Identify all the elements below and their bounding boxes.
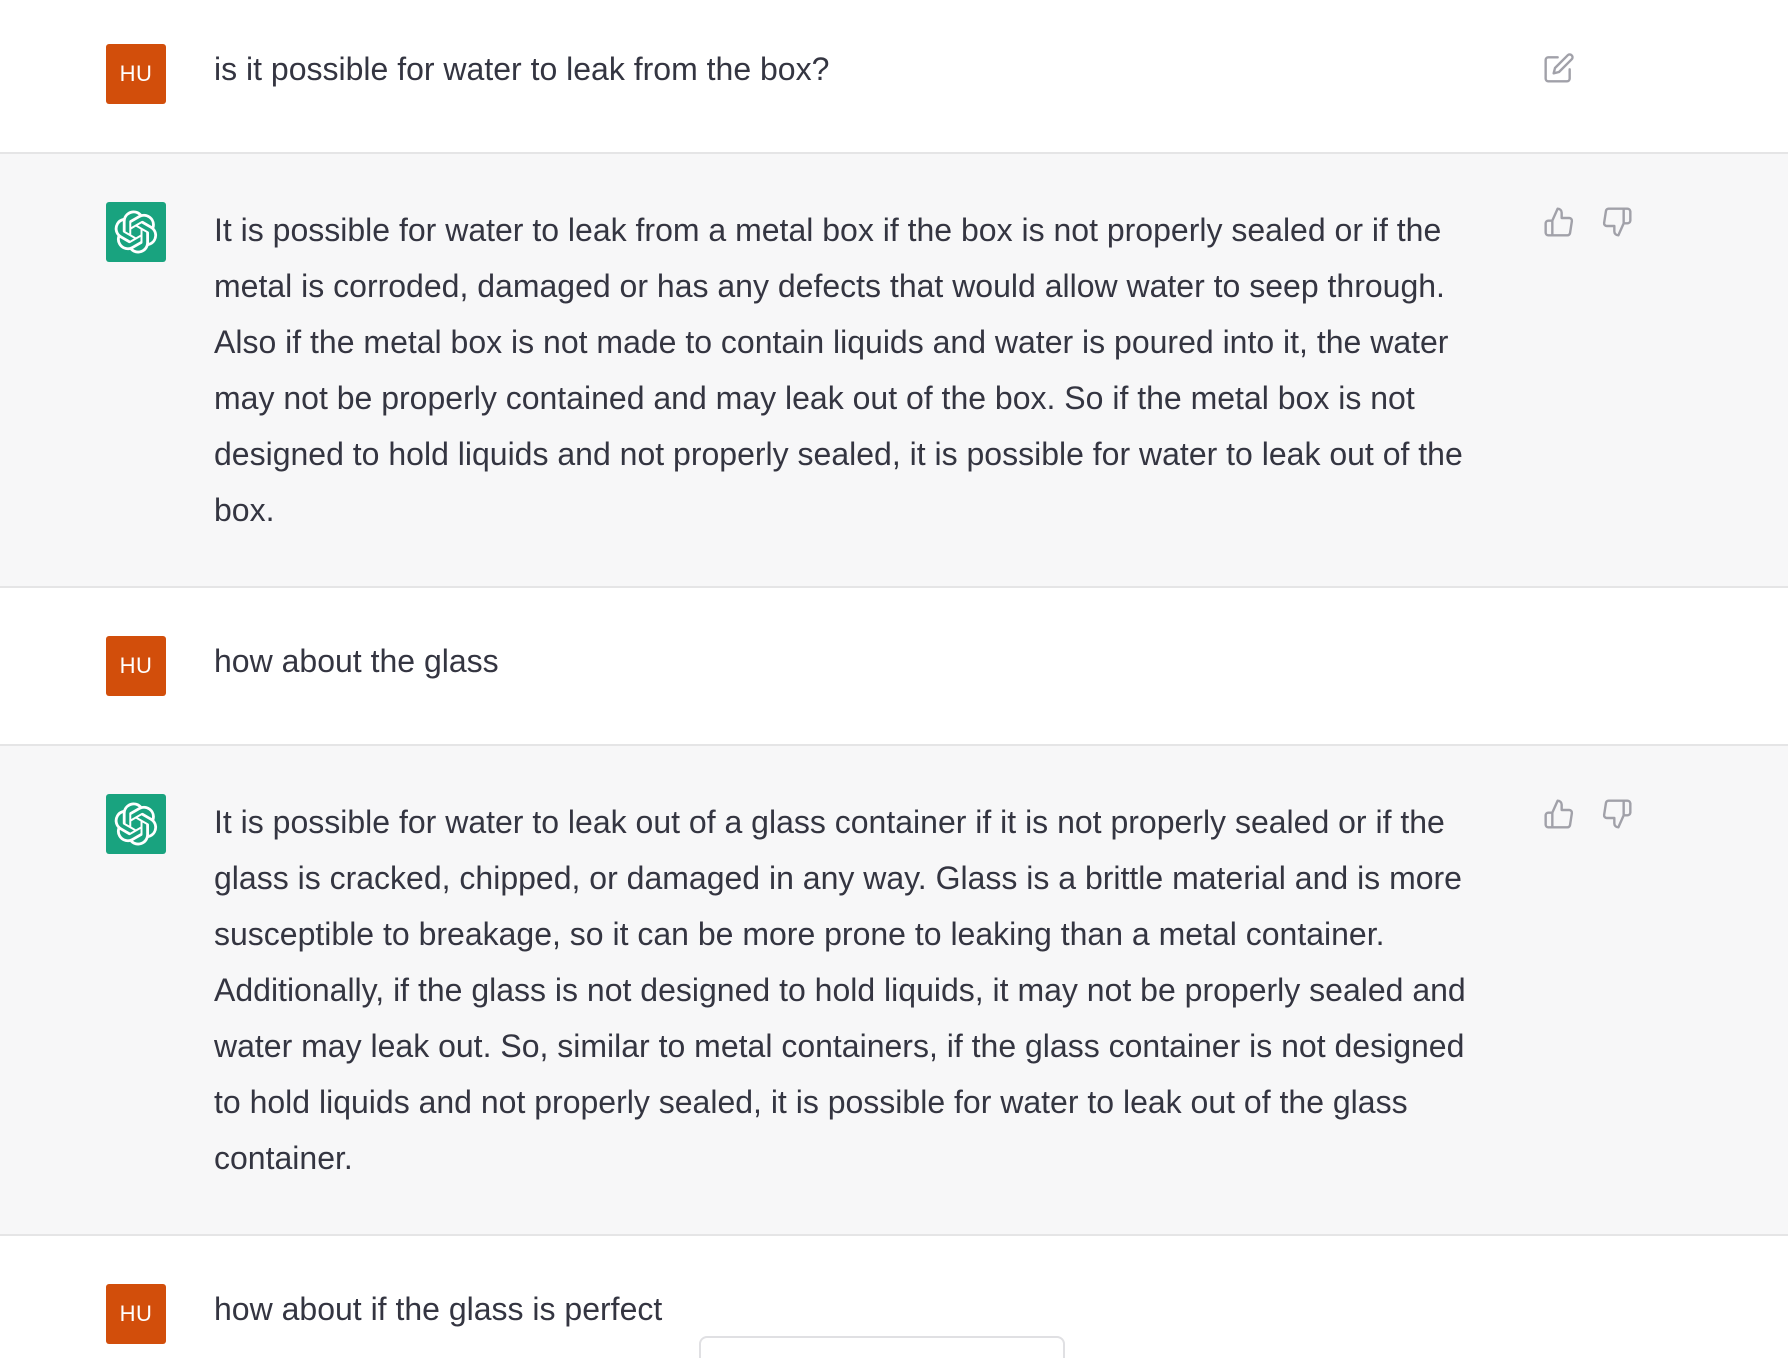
conversation-thread: HU is it possible for water to leak from… bbox=[0, 0, 1788, 1358]
openai-logo-icon bbox=[114, 210, 158, 254]
text-line: Also if the metal box is not made to con… bbox=[214, 324, 1449, 360]
user-avatar: HU bbox=[106, 44, 166, 104]
text-line: box. bbox=[214, 492, 275, 528]
text-line: water may leak out. So, similar to metal… bbox=[214, 1028, 1465, 1064]
user-message-text: how about if the glass is perfect bbox=[214, 1291, 663, 1327]
text-line: container. bbox=[214, 1140, 353, 1176]
thumbs-down-icon[interactable] bbox=[1599, 796, 1635, 832]
text-line: may not be properly contained and may le… bbox=[214, 380, 1415, 416]
text-line: glass is cracked, chipped, or damaged in… bbox=[214, 860, 1462, 896]
message-actions bbox=[1541, 796, 1635, 832]
user-avatar-label: HU bbox=[119, 61, 153, 86]
thumbs-down-icon[interactable] bbox=[1599, 204, 1635, 240]
floating-button-edge[interactable] bbox=[699, 1336, 1065, 1358]
edit-icon[interactable] bbox=[1541, 50, 1577, 86]
user-message: HU is it possible for water to leak from… bbox=[0, 0, 1788, 154]
user-message: HU how about the glass bbox=[0, 588, 1788, 746]
text-line: It is possible for water to leak out of … bbox=[214, 804, 1445, 840]
text-line: metal is corroded, damaged or has any de… bbox=[214, 268, 1445, 304]
message-actions bbox=[1541, 204, 1635, 240]
user-message-text: how about the glass bbox=[214, 643, 499, 679]
text-line: to hold liquids and not properly sealed,… bbox=[214, 1084, 1408, 1120]
user-avatar: HU bbox=[106, 1284, 166, 1344]
assistant-avatar bbox=[106, 794, 166, 854]
user-avatar-label: HU bbox=[119, 1301, 153, 1326]
message-actions bbox=[1541, 50, 1577, 86]
assistant-message-text: It is possible for water to leak out of … bbox=[214, 794, 1514, 1186]
text-line: susceptible to breakage, so it can be mo… bbox=[214, 916, 1385, 952]
text-line: designed to hold liquids and not properl… bbox=[214, 436, 1463, 472]
user-avatar-label: HU bbox=[119, 653, 153, 678]
user-message-text: is it possible for water to leak from th… bbox=[214, 51, 830, 87]
thumbs-up-icon[interactable] bbox=[1541, 796, 1577, 832]
assistant-message: It is possible for water to leak out of … bbox=[0, 746, 1788, 1236]
assistant-message: It is possible for water to leak from a … bbox=[0, 154, 1788, 588]
openai-logo-icon bbox=[114, 802, 158, 846]
thumbs-up-icon[interactable] bbox=[1541, 204, 1577, 240]
text-line: It is possible for water to leak from a … bbox=[214, 212, 1442, 248]
user-avatar: HU bbox=[106, 636, 166, 696]
assistant-avatar bbox=[106, 202, 166, 262]
assistant-message-text: It is possible for water to leak from a … bbox=[214, 202, 1514, 538]
text-line: Additionally, if the glass is not design… bbox=[214, 972, 1466, 1008]
